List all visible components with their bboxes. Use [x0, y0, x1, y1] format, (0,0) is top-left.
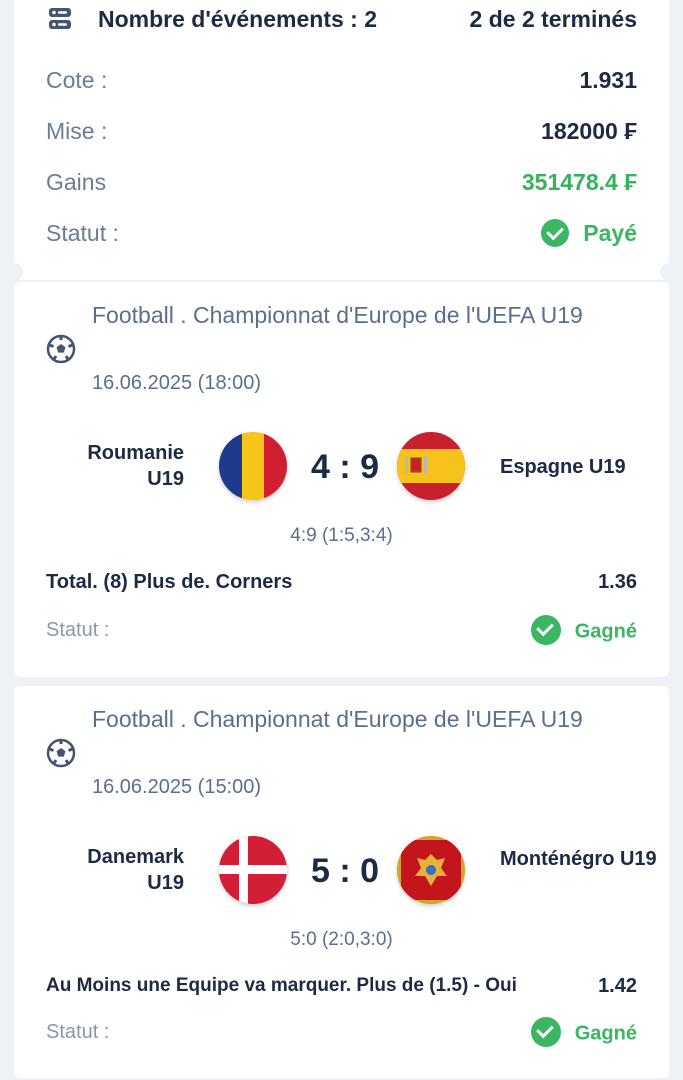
half-scores: 4:9 (1:5,3:4) — [290, 525, 393, 546]
status-value: Gagné — [530, 1017, 637, 1047]
bet-summary-card: Nombre d'événements : 2 2 de 2 terminés … — [14, 0, 669, 280]
events-count: Nombre d'événements : 2 — [98, 6, 377, 32]
soccer-ball-icon — [46, 334, 76, 364]
away-team: Monténégro U19 — [500, 848, 657, 870]
match-date: 16.06.2025 (18:00) — [92, 372, 262, 394]
status-text: Gagné — [574, 620, 637, 643]
home-team: Danemark U19 — [87, 846, 184, 894]
home-team: Roumanie U19 — [87, 442, 184, 490]
events-completed: 2 de 2 terminés — [469, 6, 637, 32]
denmark-flag-icon — [219, 836, 287, 904]
odds-row: Cote : 1.931 — [46, 67, 637, 101]
odds-label: Cote : — [46, 67, 108, 93]
stake-row: Mise : 182000 ₣ — [46, 118, 637, 152]
winnings-label: Gains — [46, 169, 107, 195]
check-icon — [530, 615, 561, 645]
status-label: Statut : — [46, 220, 119, 246]
status-label: Statut : — [46, 1021, 110, 1043]
bet-selection: Au Moins une Equipe va marquer. Plus de … — [46, 975, 517, 996]
status-text: Gagné — [574, 1022, 637, 1045]
competition-title: Football . Championnat d'Europe de l'UEF… — [92, 302, 583, 328]
competition-title: Football . Championnat d'Europe de l'UEF… — [92, 706, 583, 732]
montenegro-flag-icon — [397, 836, 465, 904]
bet-odds: 1.42 — [598, 975, 637, 997]
spain-flag-icon — [397, 432, 465, 500]
bet-selection: Total. (8) Plus de. Corners — [46, 571, 293, 593]
check-icon — [541, 218, 570, 247]
status-value: Payé — [541, 218, 637, 247]
status-label: Statut : — [46, 619, 110, 641]
romania-flag-icon — [219, 432, 287, 500]
status-row: Statut : Payé — [46, 218, 637, 254]
check-icon — [530, 1017, 561, 1047]
event-card[interactable]: Football . Championnat d'Europe de l'UEF… — [14, 686, 669, 1078]
odds-value: 1.931 — [579, 67, 637, 93]
half-scores: 5:0 (2:0,3:0) — [290, 929, 393, 950]
summary-header: Nombre d'événements : 2 2 de 2 terminés — [14, 0, 669, 50]
match-score: 5 : 0 — [310, 852, 380, 890]
list-icon — [49, 8, 71, 29]
away-team: Espagne U19 — [500, 456, 626, 478]
bet-odds: 1.36 — [598, 571, 637, 593]
winnings-value: 351478.4 ₣ — [521, 169, 637, 195]
soccer-ball-icon — [46, 738, 76, 768]
ticket-notch — [5, 263, 23, 281]
winnings-row: Gains 351478.4 ₣ — [46, 169, 637, 203]
match-date: 16.06.2025 (15:00) — [92, 776, 262, 798]
status-value: Gagné — [530, 615, 637, 645]
stake-label: Mise : — [46, 118, 108, 144]
stake-value: 182000 ₣ — [541, 118, 637, 144]
event-card[interactable]: Football . Championnat d'Europe de l'UEF… — [14, 282, 669, 677]
ticket-notch — [660, 263, 678, 281]
status-text: Payé — [583, 220, 637, 246]
match-score: 4 : 9 — [310, 448, 380, 486]
